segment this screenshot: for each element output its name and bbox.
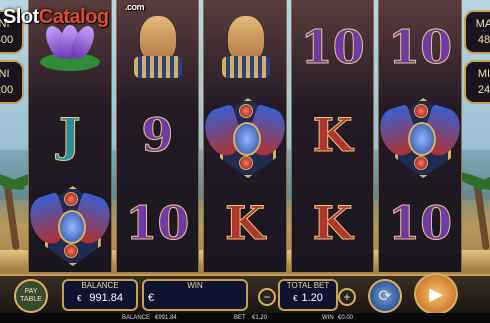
lioness-icon [210, 12, 280, 82]
scarab-icon [199, 92, 291, 178]
status-win-value: €0.00 [338, 315, 354, 321]
status-balance-value: €991.84 [155, 315, 177, 321]
spin-button[interactable]: ▶ [414, 273, 458, 315]
symbol-j: J [58, 108, 81, 162]
status-bar: BALANCE €991.84 BET €1.20 WIN €0.00 [0, 313, 490, 323]
symbol-lioness [117, 2, 199, 92]
symbol-10: 10 [300, 20, 365, 74]
autoplay-icon: ⟳ [378, 288, 392, 305]
scarab-icon [24, 180, 116, 266]
symbol-k: K [312, 196, 353, 250]
status-bet-label: BET [234, 315, 246, 321]
status-balance-label: BALANCE [122, 315, 151, 321]
symbol-k: K [224, 196, 265, 250]
jackpot-left-bottom: NI200 [0, 60, 24, 104]
symbol-9: 9 [141, 108, 174, 162]
reel-4: 10 K K [290, 0, 375, 272]
jackpot-right-bottom: MI 24 [464, 60, 490, 104]
bet-currency: € [293, 294, 298, 303]
bet-increase-button[interactable]: + [338, 288, 356, 306]
status-win-label: WIN [322, 315, 334, 321]
symbol-lioness [204, 2, 286, 92]
symbol-10: 10 [388, 196, 453, 250]
spin-icon: ▶ [429, 283, 443, 304]
symbol-10: 10 [125, 196, 190, 250]
scarab-icon [374, 92, 466, 178]
reel-2: 9 10 [115, 0, 200, 272]
symbol-k: K [312, 108, 353, 162]
symbol-10: 10 [388, 20, 453, 74]
symbol-scarab [24, 178, 116, 268]
win-currency: € [148, 292, 155, 304]
win-panel: WIN € [142, 279, 248, 311]
balance-panel: BALANCE €991.84 [62, 279, 138, 311]
reel-3: K [199, 0, 291, 272]
reel-grid: J 9 10 K 10 K K 10 10 [24, 0, 466, 272]
balance-value: 991.84 [89, 292, 124, 304]
autoplay-button[interactable]: ⟳ [368, 279, 402, 313]
total-bet-panel: TOTAL BET €1.20 [278, 279, 338, 311]
total-bet-value: 1.20 [301, 292, 323, 304]
paytable-button[interactable]: PAY TABLE [14, 279, 48, 313]
balance-currency: € [76, 294, 82, 303]
lioness-icon [122, 12, 192, 82]
symbol-scarab [374, 90, 466, 180]
reel-5: 10 10 [374, 0, 466, 272]
status-bet-value: €1.20 [252, 315, 268, 321]
jackpot-right-top: MA 48 [464, 10, 490, 54]
slotcatalog-logo: SlotCatalog .com [3, 2, 145, 28]
bet-decrease-button[interactable]: − [258, 288, 276, 306]
control-bar: PAY TABLE BALANCE €991.84 WIN € − TOTAL … [0, 273, 490, 315]
reel-1: J [24, 0, 116, 272]
symbol-scarab [199, 90, 291, 180]
